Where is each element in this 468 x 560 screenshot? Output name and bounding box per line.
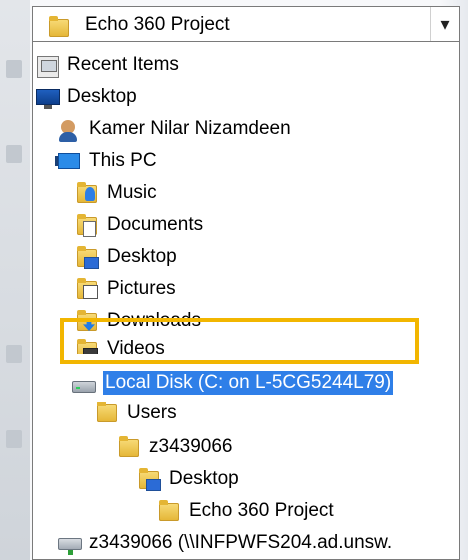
tree-item-recent-items[interactable]: Recent Items: [35, 50, 179, 80]
folder-icon: [95, 402, 119, 424]
tree-item-users[interactable]: Users: [95, 402, 177, 424]
tree-item-desktop-pc[interactable]: Desktop: [75, 242, 177, 272]
selected-item-label: Local Disk (C: on L-5CG5244L79): [103, 371, 394, 395]
desktop-monitor-icon: [35, 85, 60, 109]
tree-item-z3439066[interactable]: z3439066: [117, 432, 232, 462]
tree-item-local-disk[interactable]: Local Disk (C: on L-5CG5244L79): [71, 368, 394, 398]
tree-item-downloads[interactable]: Downloads: [75, 306, 201, 336]
tree-item-network-drive[interactable]: z3439066 (\\INFPWFS204.ad.unsw.: [57, 528, 392, 558]
desktop-folder-icon: [75, 245, 99, 269]
tree-item-desktop-user[interactable]: Desktop: [137, 464, 239, 494]
pictures-folder-icon: [75, 277, 99, 301]
tree-item-pictures[interactable]: Pictures: [75, 274, 176, 304]
tree-item-videos[interactable]: Videos: [75, 338, 165, 354]
folder-icon: [117, 435, 141, 459]
tree-item-desktop-root[interactable]: Desktop: [35, 82, 137, 112]
recent-items-icon: [35, 53, 59, 78]
tree-item-documents[interactable]: Documents: [75, 210, 203, 240]
tree-item-this-pc[interactable]: This PC: [55, 146, 157, 176]
strip-mark: [6, 430, 22, 448]
downloads-folder-icon: [75, 309, 99, 333]
dropdown-arrow-button[interactable]: ▾: [430, 7, 459, 41]
local-disk-icon: [71, 371, 96, 395]
left-edge-strip: [0, 0, 30, 560]
strip-mark: [6, 345, 22, 363]
combo-selected-label: Echo 360 Project: [85, 14, 230, 35]
network-drive-icon: [57, 531, 82, 555]
this-pc-icon: [55, 149, 81, 173]
folder-icon: [157, 499, 181, 523]
documents-folder-icon: [75, 213, 99, 237]
dropdown-list[interactable]: Recent Items Desktop Kamer Nilar Nizamde…: [32, 42, 460, 560]
desktop-folder-icon: [137, 467, 161, 491]
music-folder-icon: [75, 181, 99, 205]
tree-item-echo-360-project[interactable]: Echo 360 Project: [157, 496, 334, 526]
user-folder-icon: [57, 117, 81, 142]
folder-icon: [47, 15, 71, 39]
tree-item-user[interactable]: Kamer Nilar Nizamdeen: [57, 114, 291, 144]
strip-mark: [6, 60, 22, 78]
tree-item-music[interactable]: Music: [75, 178, 157, 208]
videos-folder-icon: [75, 338, 99, 354]
location-combobox[interactable]: Echo 360 Project ▾: [32, 6, 460, 42]
strip-mark: [6, 145, 22, 163]
